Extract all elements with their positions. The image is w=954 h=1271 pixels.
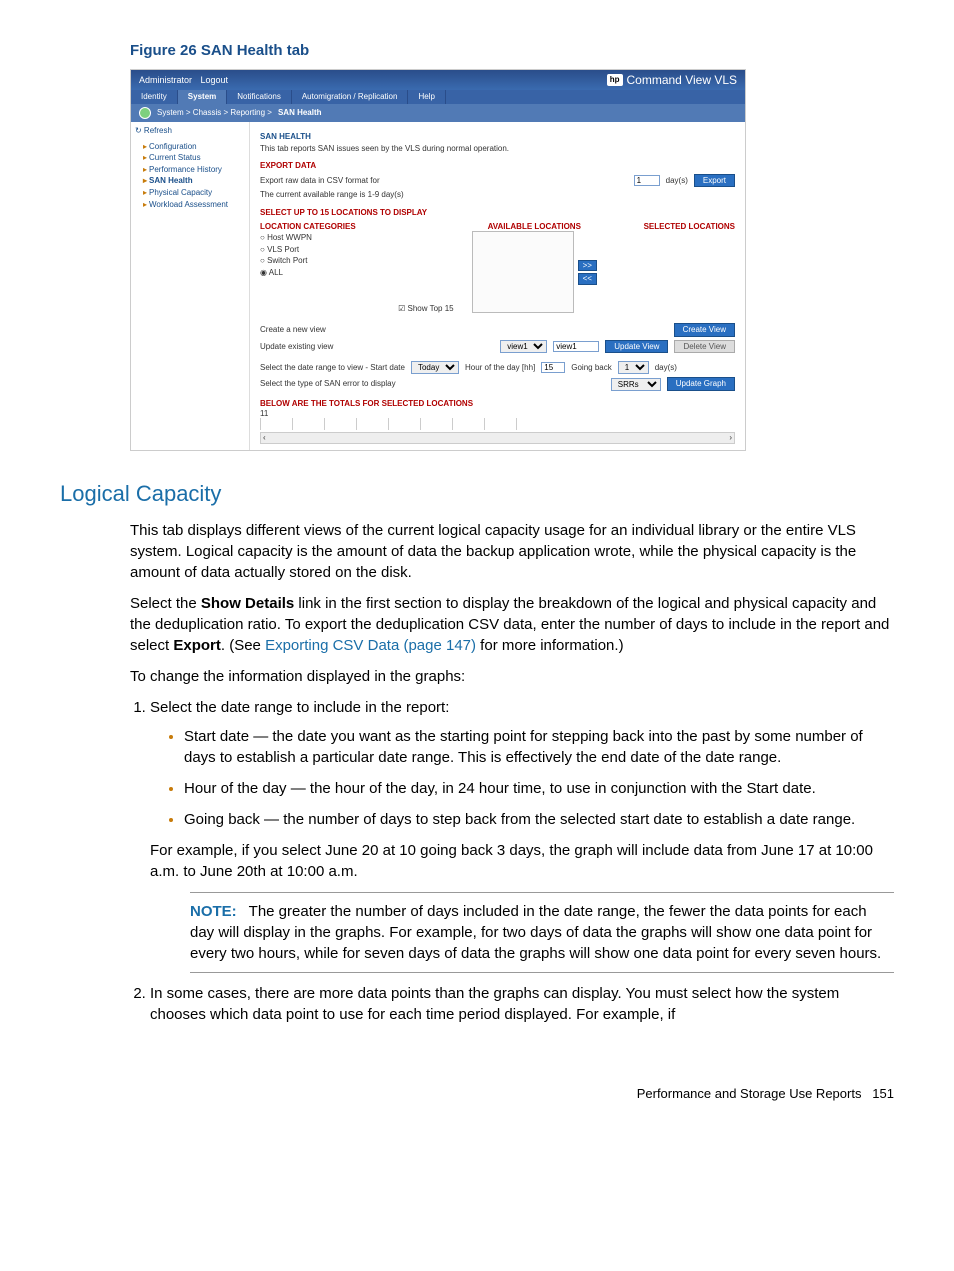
export-button[interactable]: Export [694,174,735,188]
figure-caption: Figure 26 SAN Health tab [130,40,894,61]
show-top-checkbox[interactable]: ☑ Show Top 15 [398,304,454,314]
update-view-button[interactable]: Update View [605,340,668,354]
folder-icon: ▸ [143,188,147,197]
sidebar-item-san-health[interactable]: ▸SAN Health [143,176,245,186]
error-type-label: Select the type of SAN error to display [260,379,396,389]
start-date-select[interactable]: Today [411,361,459,374]
folder-icon: ▸ [143,165,147,174]
paragraph: Select the Show Details link in the firs… [130,593,894,656]
section-heading: Logical Capacity [60,479,894,510]
move-right-button[interactable]: >> [578,260,597,272]
sidebar-item-current-status[interactable]: ▸Current Status [143,153,245,163]
folder-icon: ▸ [143,176,147,185]
breadcrumb-current: SAN Health [278,108,322,118]
horizontal-scrollbar[interactable]: ‹› [260,432,735,444]
update-view-label: Update existing view [260,342,333,352]
bullet-item: Start date — the date you want as the st… [184,726,894,768]
tab-automigration[interactable]: Automigration / Replication [292,90,409,104]
example-text: For example, if you select June 20 at 10… [150,840,894,882]
breadcrumb-bar: System > Chassis > Reporting > SAN Healt… [131,104,745,122]
available-locations-list[interactable] [472,231,574,313]
update-graph-button[interactable]: Update Graph [667,377,735,391]
view-name-input[interactable] [553,341,599,352]
hp-logo: hp [607,74,623,86]
note-label: NOTE: [190,903,237,920]
folder-icon: ▸ [143,200,147,209]
bullet-item: Going back — the number of days to step … [184,809,894,830]
hour-label: Hour of the day [hh] [465,363,535,373]
export-days-input[interactable] [634,175,660,186]
app-titlebar: Administrator Logout hp Command View VLS [131,70,745,90]
tab-help[interactable]: Help [408,90,445,104]
sidebar: ↻ Refresh ▸Configuration ▸Current Status… [131,122,249,450]
tab-system[interactable]: System [178,90,227,104]
panel-title: SAN HEALTH [260,132,735,142]
list-item: Select the date range to include in the … [150,697,894,973]
panel-desc: This tab reports SAN issues seen by the … [260,144,735,154]
totals-heading: BELOW ARE THE TOTALS FOR SELECTED LOCATI… [260,399,735,409]
user-label: Administrator [139,75,192,85]
sidebar-item-physical-capacity[interactable]: ▸Physical Capacity [143,188,245,198]
screenshot-san-health: Administrator Logout hp Command View VLS… [130,69,746,451]
radio-host-wwpn[interactable]: ○ Host WWPN [260,233,380,243]
radio-vls-port[interactable]: ○ VLS Port [260,245,380,255]
export-days-unit: day(s) [666,176,688,186]
status-dot-icon [139,107,151,119]
note-block: NOTE:The greater the number of days incl… [190,892,894,973]
error-type-select[interactable]: SRRs [611,378,661,391]
export-label: Export raw data in CSV format for [260,176,380,186]
date-range-label: Select the date range to view - Start da… [260,363,405,373]
going-back-select[interactable]: 1 [618,361,649,374]
tab-notifications[interactable]: Notifications [227,90,292,104]
going-back-unit: day(s) [655,363,677,373]
list-item: In some cases, there are more data point… [150,983,894,1025]
paragraph: This tab displays different views of the… [130,520,894,583]
create-view-label: Create a new view [260,325,326,335]
radio-switch-port[interactable]: ○ Switch Port [260,256,380,266]
location-categories-label: LOCATION CATEGORIES [260,222,380,232]
hour-input[interactable] [541,362,565,373]
bullet-item: Hour of the day — the hour of the day, i… [184,778,894,799]
page-footer: Performance and Storage Use Reports 151 [60,1085,894,1103]
chart-y-tick: 11 [260,409,735,419]
main-panel: SAN HEALTH This tab reports SAN issues s… [249,122,745,450]
delete-view-button[interactable]: Delete View [674,340,735,354]
breadcrumb-path: System > Chassis > Reporting > [157,108,272,118]
create-view-button[interactable]: Create View [674,323,735,337]
view-select[interactable]: view1 [500,340,547,353]
available-locations-label: AVAILABLE LOCATIONS [472,222,597,232]
export-range-note: The current available range is 1-9 day(s… [260,190,735,200]
logout-link[interactable]: Logout [201,75,229,85]
sidebar-item-performance-history[interactable]: ▸Performance History [143,165,245,175]
radio-all[interactable]: ◉ ALL [260,268,380,278]
scroll-right-icon[interactable]: › [729,433,732,443]
sidebar-item-configuration[interactable]: ▸Configuration [143,142,245,152]
export-heading: EXPORT DATA [260,161,735,171]
link-exporting-csv[interactable]: Exporting CSV Data (page 147) [265,637,476,654]
move-left-button[interactable]: << [578,273,597,285]
folder-icon: ▸ [143,142,147,151]
primary-tabs: Identity System Notifications Automigrat… [131,90,745,104]
brand: hp Command View VLS [607,73,737,87]
refresh-link[interactable]: ↻ Refresh [135,126,245,136]
paragraph: To change the information displayed in t… [130,666,894,687]
locations-heading: SELECT UP TO 15 LOCATIONS TO DISPLAY [260,208,735,218]
tab-identity[interactable]: Identity [131,90,178,104]
chart-stub [260,418,735,430]
folder-icon: ▸ [143,153,147,162]
sidebar-item-workload-assessment[interactable]: ▸Workload Assessment [143,200,245,210]
going-back-label: Going back [571,363,611,373]
scroll-left-icon[interactable]: ‹ [263,433,266,443]
selected-locations-label: SELECTED LOCATIONS [615,222,735,232]
